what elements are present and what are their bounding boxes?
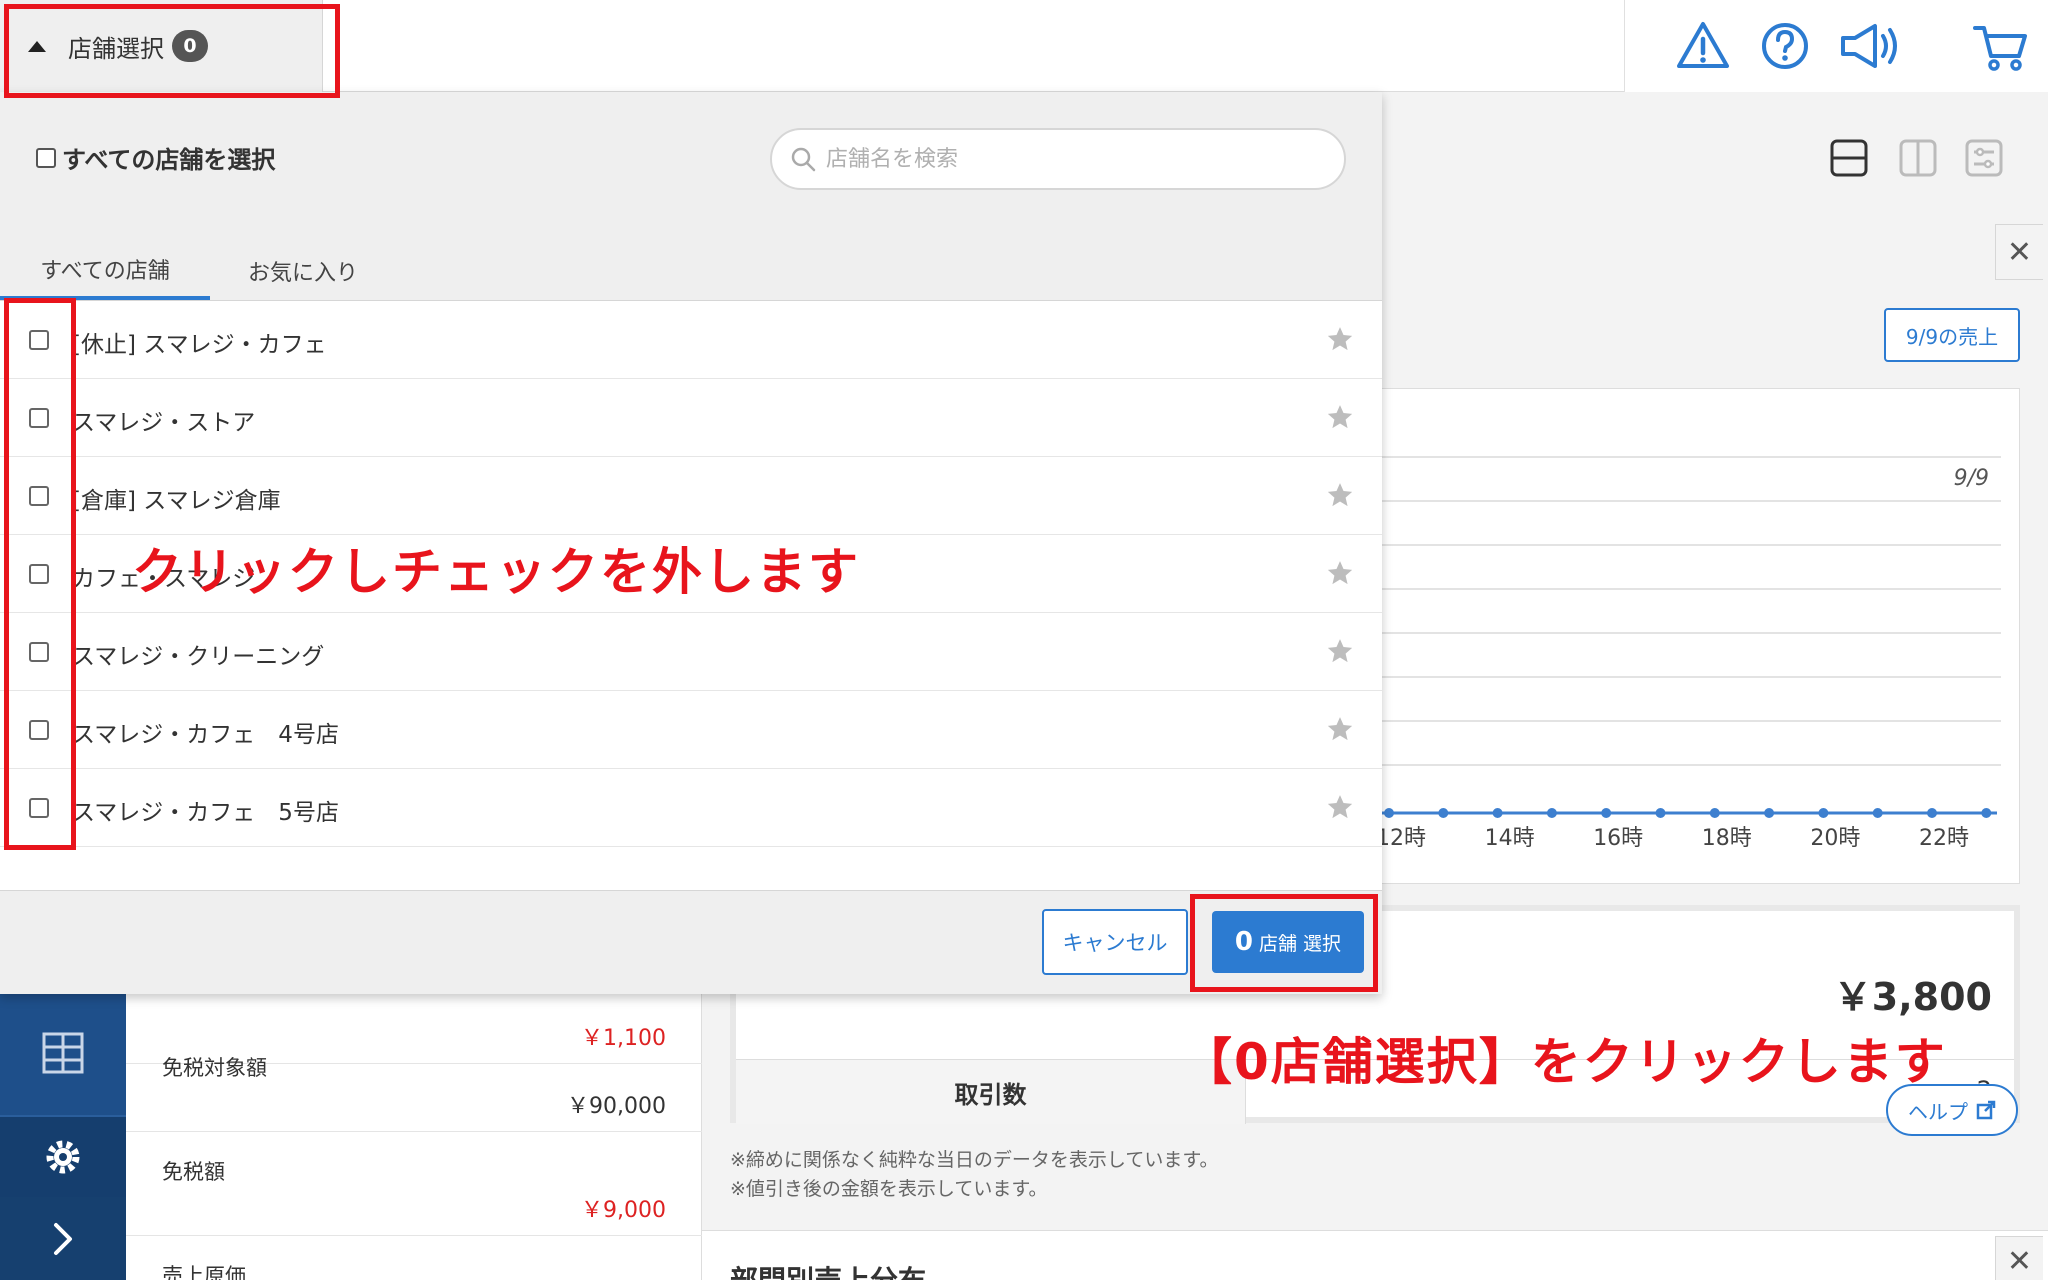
item-label: 免税対象額 bbox=[162, 1056, 267, 1080]
star-icon[interactable] bbox=[1326, 559, 1354, 587]
store-row[interactable]: スマレジ・カフェ 5号店 bbox=[0, 769, 1382, 847]
star-icon[interactable] bbox=[1326, 637, 1354, 665]
note-line: ※値引き後の金額を表示しています。 bbox=[730, 1178, 1048, 1200]
sidebar-expand-button[interactable] bbox=[0, 1197, 126, 1280]
item-label: 売上原価 bbox=[162, 1264, 246, 1280]
store-row[interactable]: スマレジ・ストア bbox=[0, 379, 1382, 457]
cart-icon[interactable] bbox=[1971, 16, 2031, 76]
data-point bbox=[1981, 808, 1992, 818]
highlight-confirm-button bbox=[1190, 894, 1378, 992]
x-tick-label: 22時 bbox=[1919, 826, 1969, 851]
store-row[interactable]: スマレジ・カフェ 4号店 bbox=[0, 691, 1382, 769]
data-point bbox=[1764, 808, 1775, 818]
star-icon[interactable] bbox=[1326, 325, 1354, 353]
help-icon[interactable] bbox=[1755, 16, 1815, 76]
store-name: スマレジ・カフェ 4号店 bbox=[72, 722, 339, 748]
dept-section: 部門別売上分布 bbox=[702, 1230, 2048, 1280]
highlight-checkboxes bbox=[4, 298, 76, 850]
note-line: ※締めに関係なく純粋な当日のデータを表示しています。 bbox=[730, 1149, 1219, 1171]
search-input[interactable] bbox=[826, 146, 1306, 172]
data-point bbox=[1438, 808, 1449, 818]
store-row[interactable]: [休止] スマレジ・カフェ bbox=[0, 301, 1382, 379]
transactions-label: 取引数 bbox=[736, 1060, 1246, 1124]
list-item: 免税対象額 ￥90,000 bbox=[126, 1028, 702, 1132]
panel-footer: キャンセル 0 店舗 選択 bbox=[0, 890, 1382, 994]
data-point bbox=[1601, 808, 1612, 818]
annotation-uncheck: クリックしチェックを外します bbox=[132, 543, 860, 601]
item-value: ￥90,000 bbox=[567, 1094, 666, 1119]
top-icon-group bbox=[1624, 0, 2048, 92]
data-point bbox=[1818, 808, 1829, 818]
warning-icon[interactable] bbox=[1673, 16, 1733, 76]
sidebar-item-grid[interactable] bbox=[0, 990, 126, 1115]
data-point bbox=[1384, 808, 1394, 818]
date-sales-button[interactable]: 9/9の売上 bbox=[1884, 308, 2020, 362]
data-point bbox=[1927, 808, 1937, 818]
data-point bbox=[1546, 808, 1557, 818]
select-all-stores[interactable]: すべての店舗を選択 bbox=[36, 140, 275, 175]
x-tick-label: 20時 bbox=[1810, 826, 1860, 851]
store-name: [倉庫] スマレジ倉庫 bbox=[72, 488, 281, 514]
external-link-icon bbox=[1976, 1100, 1996, 1120]
close-icon[interactable]: ✕ bbox=[1995, 224, 2043, 280]
chart-date-label: 9/9 bbox=[1954, 466, 1989, 491]
annotation-click-confirm: 【0店舗選択】をクリックします bbox=[1182, 1033, 1947, 1091]
highlight-store-toggle bbox=[4, 4, 340, 98]
sidebar-item-settings[interactable] bbox=[0, 1117, 126, 1197]
layout-rows-icon[interactable] bbox=[1829, 138, 1869, 178]
data-point bbox=[1872, 808, 1883, 818]
help-label: ヘルプ bbox=[1908, 1099, 1968, 1124]
x-tick-label: 18時 bbox=[1702, 826, 1752, 851]
star-icon[interactable] bbox=[1326, 481, 1354, 509]
x-tick-label: 16時 bbox=[1593, 826, 1643, 851]
select-all-checkbox[interactable] bbox=[36, 147, 56, 168]
list-item: 免税額 ￥9,000 bbox=[126, 1132, 702, 1236]
select-all-label: すべての店舗を選択 bbox=[62, 146, 276, 174]
x-tick-label: 12時 bbox=[1381, 826, 1426, 851]
tab-all-stores[interactable]: すべての店舗 bbox=[0, 242, 210, 300]
star-icon[interactable] bbox=[1326, 715, 1354, 743]
store-row[interactable]: スマレジ・クリーニング bbox=[0, 613, 1382, 691]
x-tick-label: 14時 bbox=[1485, 826, 1535, 851]
store-row[interactable]: [倉庫] スマレジ倉庫 bbox=[0, 457, 1382, 535]
sidebar bbox=[0, 990, 126, 1280]
store-name: [休止] スマレジ・カフェ bbox=[72, 332, 327, 358]
grid-icon bbox=[42, 1032, 84, 1073]
close-icon[interactable]: ✕ bbox=[1995, 1236, 2043, 1280]
store-name: スマレジ・ストア bbox=[72, 410, 256, 436]
star-icon[interactable] bbox=[1326, 403, 1354, 431]
gear-icon bbox=[46, 1140, 80, 1174]
layout-columns-icon[interactable] bbox=[1898, 138, 1938, 178]
data-point bbox=[1655, 808, 1666, 818]
item-value: ￥9,000 bbox=[581, 1198, 666, 1223]
data-point bbox=[1492, 808, 1503, 818]
store-name: スマレジ・カフェ 5号店 bbox=[72, 800, 339, 826]
dept-title: 部門別売上分布 bbox=[730, 1259, 926, 1280]
chart-plot: 9/9 12時 14時 16時 18時 20時 22時 bbox=[1376, 456, 2001, 851]
chevron-right-icon bbox=[54, 1222, 72, 1255]
store-search[interactable] bbox=[770, 128, 1346, 190]
notes: ※締めに関係なく純粋な当日のデータを表示しています。 ※値引き後の金額を表示して… bbox=[730, 1146, 1218, 1204]
list-item: 売上原価 bbox=[126, 1236, 702, 1280]
total-amount: ￥3,800 bbox=[1833, 975, 1992, 1019]
hourly-sales-chart: 9/9 12時 14時 16時 18時 20時 22時 bbox=[1376, 388, 2020, 884]
summary-list: ￥1,100 免税対象額 ￥90,000 免税額 ￥9,000 売上原価 bbox=[126, 990, 702, 1280]
item-label: 免税額 bbox=[162, 1160, 225, 1184]
tab-favorites[interactable]: お気に入り bbox=[218, 242, 388, 300]
data-point bbox=[1709, 808, 1720, 818]
settings-sliders-icon[interactable] bbox=[1964, 138, 2004, 178]
cancel-button[interactable]: キャンセル bbox=[1042, 909, 1188, 975]
store-name: スマレジ・クリーニング bbox=[72, 644, 325, 670]
star-icon[interactable] bbox=[1326, 793, 1354, 821]
search-icon bbox=[791, 147, 816, 172]
megaphone-icon[interactable] bbox=[1835, 16, 1905, 76]
